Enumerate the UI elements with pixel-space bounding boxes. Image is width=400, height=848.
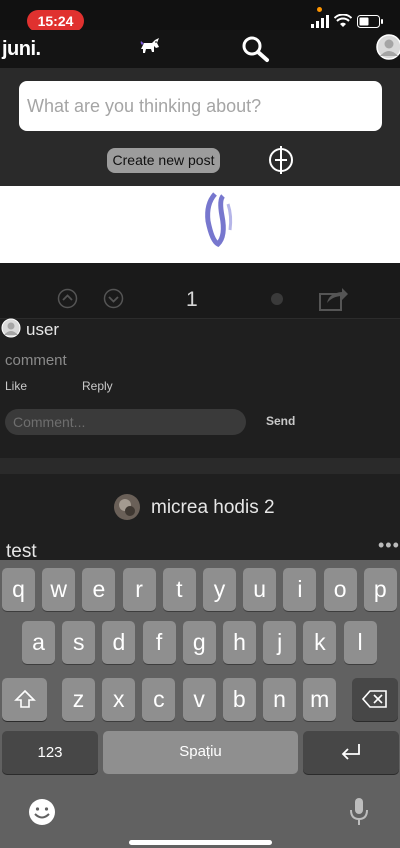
vote-count: 1: [186, 288, 198, 311]
space-key[interactable]: Spațiu: [103, 731, 298, 774]
comment-section: [0, 318, 400, 458]
more-options-icon[interactable]: •••: [378, 536, 400, 554]
key-d[interactable]: d: [102, 621, 136, 664]
home-indicator: [129, 840, 272, 845]
wifi-icon: [334, 14, 352, 27]
status-dot-icon: [271, 293, 283, 305]
key-p[interactable]: p: [363, 568, 397, 611]
key-x[interactable]: x: [102, 678, 136, 721]
backspace-key[interactable]: [352, 678, 398, 721]
key-m[interactable]: m: [303, 678, 337, 721]
recording-dot-icon: [317, 7, 322, 12]
battery-icon: [357, 15, 383, 28]
key-e[interactable]: e: [82, 568, 116, 611]
key-v[interactable]: v: [182, 678, 216, 721]
add-circle-icon[interactable]: [267, 146, 295, 174]
comment-input[interactable]: [5, 409, 246, 435]
key-i[interactable]: i: [283, 568, 317, 611]
unicorn-icon[interactable]: [138, 37, 162, 59]
post-input[interactable]: [19, 81, 382, 131]
key-n[interactable]: n: [263, 678, 296, 721]
status-time: 15:24: [27, 10, 84, 32]
key-r[interactable]: r: [122, 568, 156, 611]
author-name[interactable]: micrea hodis 2: [151, 497, 275, 519]
key-g[interactable]: g: [182, 621, 216, 664]
send-button[interactable]: Send: [266, 414, 295, 428]
search-icon[interactable]: [241, 35, 271, 63]
microphone-icon[interactable]: [348, 796, 370, 828]
app-header: [0, 30, 400, 68]
numbers-key[interactable]: 123: [2, 731, 98, 774]
return-key[interactable]: [303, 731, 399, 774]
key-z[interactable]: z: [62, 678, 95, 721]
emoji-icon[interactable]: [27, 797, 57, 827]
downvote-icon[interactable]: [103, 288, 124, 309]
backspace-icon: [361, 690, 387, 708]
key-c[interactable]: c: [142, 678, 176, 721]
key-t[interactable]: t: [162, 568, 196, 611]
shift-key[interactable]: [2, 678, 47, 721]
key-y[interactable]: y: [203, 568, 236, 611]
create-post-button[interactable]: Create new post: [107, 148, 220, 173]
shift-arrow-icon: [13, 689, 36, 708]
key-j[interactable]: j: [263, 621, 297, 664]
key-l[interactable]: l: [343, 621, 377, 664]
key-k[interactable]: k: [303, 621, 337, 664]
avatar-icon[interactable]: [376, 34, 400, 60]
key-q[interactable]: q: [2, 568, 35, 611]
key-f[interactable]: f: [142, 621, 176, 664]
brand-logo[interactable]: juni.: [2, 38, 41, 61]
key-s[interactable]: s: [62, 621, 96, 664]
key-h[interactable]: h: [223, 621, 256, 664]
comment-username[interactable]: user: [26, 320, 59, 340]
section-divider: [0, 458, 400, 474]
author-avatar[interactable]: [114, 494, 140, 520]
signal-icon: [311, 15, 329, 28]
upvote-icon[interactable]: [57, 288, 78, 309]
key-w[interactable]: w: [42, 568, 76, 611]
share-icon[interactable]: [319, 286, 349, 312]
post-image[interactable]: [0, 186, 400, 263]
key-o[interactable]: o: [323, 568, 357, 611]
key-b[interactable]: b: [222, 678, 256, 721]
commenter-avatar-icon: [1, 318, 21, 338]
key-u[interactable]: u: [243, 568, 277, 611]
comment-text: comment: [5, 352, 67, 369]
return-arrow-icon: [341, 744, 360, 760]
like-button[interactable]: Like: [5, 379, 27, 393]
key-a[interactable]: a: [22, 621, 55, 664]
reply-button[interactable]: Reply: [82, 379, 113, 393]
blurred-drawing-image: [205, 192, 233, 248]
next-post-card: [0, 474, 400, 564]
